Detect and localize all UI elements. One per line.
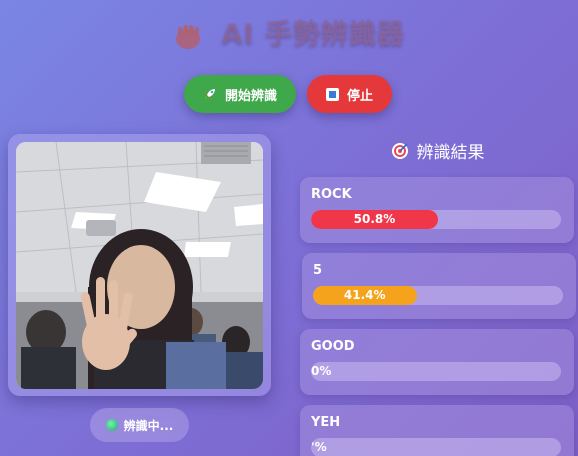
result-label: 5 <box>313 263 323 278</box>
rocket-icon <box>203 87 217 101</box>
status-dot-icon <box>105 419 118 431</box>
app-title-text: AI 手勢辨識器 <box>221 19 405 50</box>
recognition-status-text: 辨識中... <box>123 418 174 433</box>
stop-square-icon <box>325 87 339 101</box>
camera-feed-image <box>16 142 263 389</box>
stop-label: 停止 <box>346 87 373 103</box>
result-label: YEH <box>311 415 341 430</box>
result-item: 5 41.4% <box>302 253 576 319</box>
fist-icon <box>173 21 203 51</box>
results-title-text: 辨識結果 <box>416 143 485 163</box>
confidence-percent: 41.4% <box>343 288 386 302</box>
app-title: AI 手勢辨識器 <box>0 12 578 51</box>
camera-feed <box>16 142 263 389</box>
start-recognition-button[interactable]: 開始辨識 <box>184 75 296 113</box>
result-label: GOOD <box>311 339 355 354</box>
result-label: ROCK <box>311 187 352 202</box>
start-recognition-label: 開始辨識 <box>224 87 277 103</box>
recognition-status-badge: 辨識中... <box>90 408 189 442</box>
camera-card <box>8 134 271 396</box>
results-title: 辨識結果 <box>300 138 575 163</box>
result-item: GOOD 0% <box>300 329 574 395</box>
confidence-bar: 50.8% <box>311 210 561 229</box>
stop-button[interactable]: 停止 <box>307 75 392 113</box>
result-item: ROCK 50.8% <box>300 177 574 243</box>
confidence-percent: '% <box>311 440 327 454</box>
confidence-percent: 50.8% <box>353 212 396 226</box>
result-item: YEH '% <box>300 405 574 456</box>
confidence-bar: 0% <box>311 362 561 381</box>
target-icon <box>391 142 409 160</box>
confidence-bar: 41.4% <box>313 286 563 305</box>
confidence-percent: 0% <box>311 364 332 378</box>
confidence-bar: '% <box>311 438 561 456</box>
